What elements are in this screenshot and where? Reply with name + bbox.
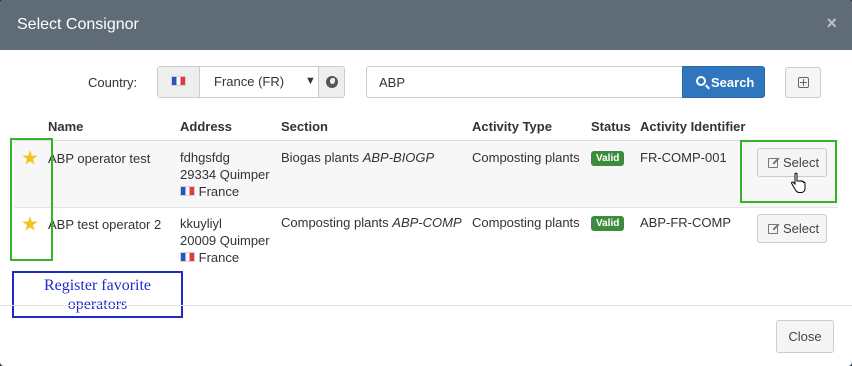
- select-button[interactable]: Select: [757, 214, 827, 243]
- dialog-header: Select Consignor ×: [0, 0, 852, 50]
- operator-name: ABP operator test: [48, 151, 151, 166]
- activity-identifier: ABP-FR-COMP: [640, 215, 731, 230]
- table-row: ABP test operator 2 kkuyliyl 20009 Quimp…: [14, 207, 838, 273]
- close-icon[interactable]: ×: [826, 14, 837, 32]
- address-line1: kkuyliyl: [180, 216, 222, 231]
- select-consignor-dialog: Select Consignor × Country: France (FR) …: [0, 0, 852, 366]
- dialog-title: Select Consignor: [17, 16, 139, 33]
- search-icon: [696, 76, 706, 86]
- footer-divider: [0, 305, 852, 306]
- section-code: ABP-COMP: [392, 215, 462, 230]
- country-select-value: France (FR): [214, 74, 285, 89]
- close-button[interactable]: Close: [776, 320, 834, 353]
- edit-icon: [768, 224, 778, 234]
- section-name: Biogas plants: [281, 150, 360, 165]
- search-input[interactable]: [366, 66, 683, 98]
- section-name: Composting plants: [281, 215, 389, 230]
- status-badge: Valid: [591, 151, 625, 166]
- country-select[interactable]: France (FR) ▼: [157, 66, 345, 98]
- column-header-address: Address: [180, 119, 233, 134]
- search-button-label: Search: [711, 75, 755, 90]
- operator-name: ABP test operator 2: [48, 217, 162, 232]
- section: Biogas plants ABP-BIOGP: [281, 149, 434, 166]
- address-line2: 20009 Quimper: [180, 233, 270, 248]
- activity-type: Composting plants: [472, 150, 580, 165]
- country-flag-addon: [158, 67, 200, 97]
- address-line1: fdhgsfdg: [180, 150, 230, 165]
- advanced-search-button[interactable]: [785, 67, 821, 98]
- select-highlight-box: [740, 140, 837, 203]
- column-header-activity-identifier: Activity Identifier: [640, 119, 746, 134]
- address-country: France: [180, 249, 239, 266]
- france-flag-icon: [180, 252, 195, 262]
- chevron-down-icon: ▼: [305, 75, 316, 87]
- activity-type: Composting plants: [472, 215, 580, 230]
- activity-identifier: FR-COMP-001: [640, 150, 727, 165]
- address-line2: 29334 Quimper: [180, 167, 270, 182]
- country-label: Country:: [88, 75, 138, 90]
- address-country: France: [180, 183, 239, 200]
- globe-icon: [326, 76, 338, 88]
- globe-addon[interactable]: [318, 67, 344, 97]
- column-header-activity-type: Activity Type: [472, 119, 552, 134]
- address-country-label: France: [198, 184, 240, 199]
- column-header-status: Status: [591, 119, 631, 134]
- search-button[interactable]: Search: [682, 66, 765, 98]
- select-button-label: Select: [783, 221, 820, 236]
- favorites-highlight-box: [10, 138, 53, 261]
- column-header-section: Section: [281, 119, 328, 134]
- plus-square-icon: [798, 77, 809, 88]
- annotation-line1: Register favorite: [43, 277, 152, 294]
- france-flag-icon: [180, 186, 195, 196]
- table-row: ABP operator test fdhgsfdg 29334 Quimper…: [14, 141, 838, 207]
- annotation-callout: Register favorite operators: [12, 271, 183, 318]
- column-header-name: Name: [48, 119, 84, 134]
- section: Composting plants ABP-COMP: [281, 214, 462, 231]
- status-badge: Valid: [591, 216, 625, 231]
- section-code: ABP-BIOGP: [362, 150, 435, 165]
- address-country-label: France: [198, 250, 240, 265]
- france-flag-icon: [171, 76, 186, 86]
